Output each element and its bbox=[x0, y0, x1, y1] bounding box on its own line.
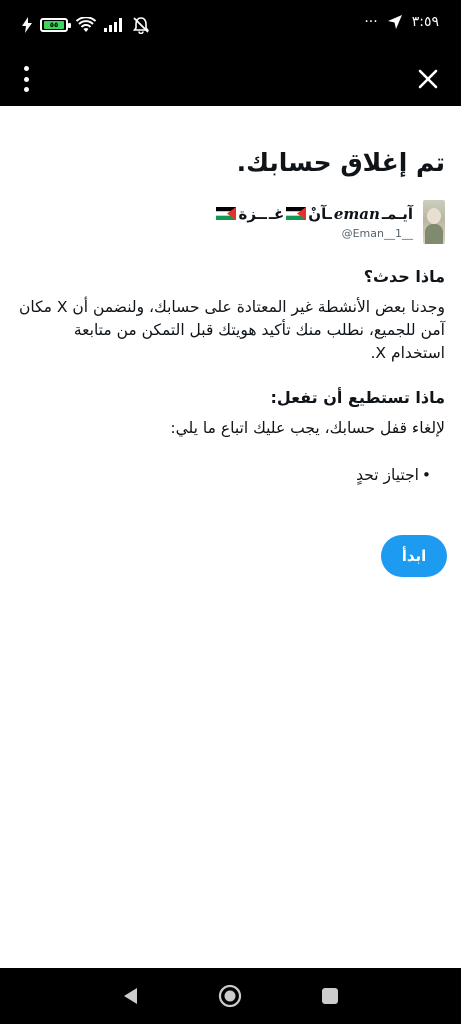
top-app-bar bbox=[0, 52, 461, 106]
what-happened-heading: ماذا حدث؟ bbox=[363, 267, 445, 286]
user-handle: @Eman__1__ bbox=[341, 226, 413, 240]
what-you-can-do-heading: ماذا تستطيع أن تفعل: bbox=[270, 388, 445, 407]
main-content: تم إغلاق حسابك. آيـمـ eman ـآنْ غـ ــزة … bbox=[0, 106, 461, 968]
flash-icon bbox=[22, 17, 32, 33]
display-name-part: آيـمـ bbox=[381, 204, 413, 223]
back-button[interactable] bbox=[118, 984, 142, 1008]
page-title: تم إغلاق حسابك. bbox=[236, 148, 445, 177]
clock: ٣:٥٩ bbox=[411, 14, 439, 30]
back-triangle-icon bbox=[124, 988, 137, 1004]
palestine-flag-icon bbox=[286, 207, 307, 220]
steps-list: اجتياز تحدٍ bbox=[16, 464, 445, 486]
dot-icon bbox=[23, 76, 29, 82]
x-logo-icon bbox=[418, 69, 438, 89]
what-you-can-do-text: لإلغاء قفل حسابك، يجب عليك اتباع ما يلي: bbox=[170, 419, 445, 437]
display-name-latin: eman bbox=[333, 204, 380, 223]
close-button[interactable] bbox=[413, 62, 443, 96]
recents-square-icon bbox=[322, 988, 338, 1004]
avatar bbox=[423, 200, 445, 244]
battery-icon: ٥٥ bbox=[40, 18, 71, 32]
what-happened-text: وجدنا بعض الأنشطة غير المعتادة على حسابك… bbox=[18, 298, 445, 362]
status-icons-right: ··· ٣:٥٩ bbox=[364, 14, 439, 30]
display-name-part: غـ bbox=[268, 204, 285, 223]
overflow-menu-button[interactable] bbox=[18, 64, 34, 94]
user-row: آيـمـ eman ـآنْ غـ ــزة @Eman__1__ bbox=[16, 200, 445, 244]
more-status-indicator: ··· bbox=[364, 14, 378, 30]
list-item: اجتياز تحدٍ bbox=[16, 464, 431, 486]
muted-bell-icon bbox=[132, 17, 150, 34]
palestine-flag-icon bbox=[216, 207, 237, 220]
battery-level: ٥٥ bbox=[44, 21, 64, 29]
home-circle-icon bbox=[218, 984, 242, 1008]
system-nav-bar bbox=[0, 968, 461, 1024]
navigation-arrow-icon bbox=[387, 15, 402, 29]
status-icons-left: ٥٥ bbox=[22, 16, 150, 34]
start-button[interactable]: ابدأ bbox=[381, 535, 447, 577]
signal-icon bbox=[104, 18, 122, 32]
user-names: آيـمـ eman ـآنْ غـ ــزة @Eman__1__ bbox=[216, 205, 413, 240]
display-name-part: ـآنْ bbox=[308, 204, 332, 223]
dot-icon bbox=[23, 87, 29, 92]
display-name: آيـمـ eman ـآنْ غـ ــزة bbox=[216, 205, 413, 223]
recents-button[interactable] bbox=[318, 984, 342, 1008]
status-bar: ٥٥ ··· ٣:٥٩ bbox=[0, 0, 461, 52]
dot-icon bbox=[23, 66, 29, 71]
home-button[interactable] bbox=[218, 984, 242, 1008]
display-name-part: ــزة bbox=[238, 204, 267, 223]
wifi-icon bbox=[76, 17, 96, 32]
